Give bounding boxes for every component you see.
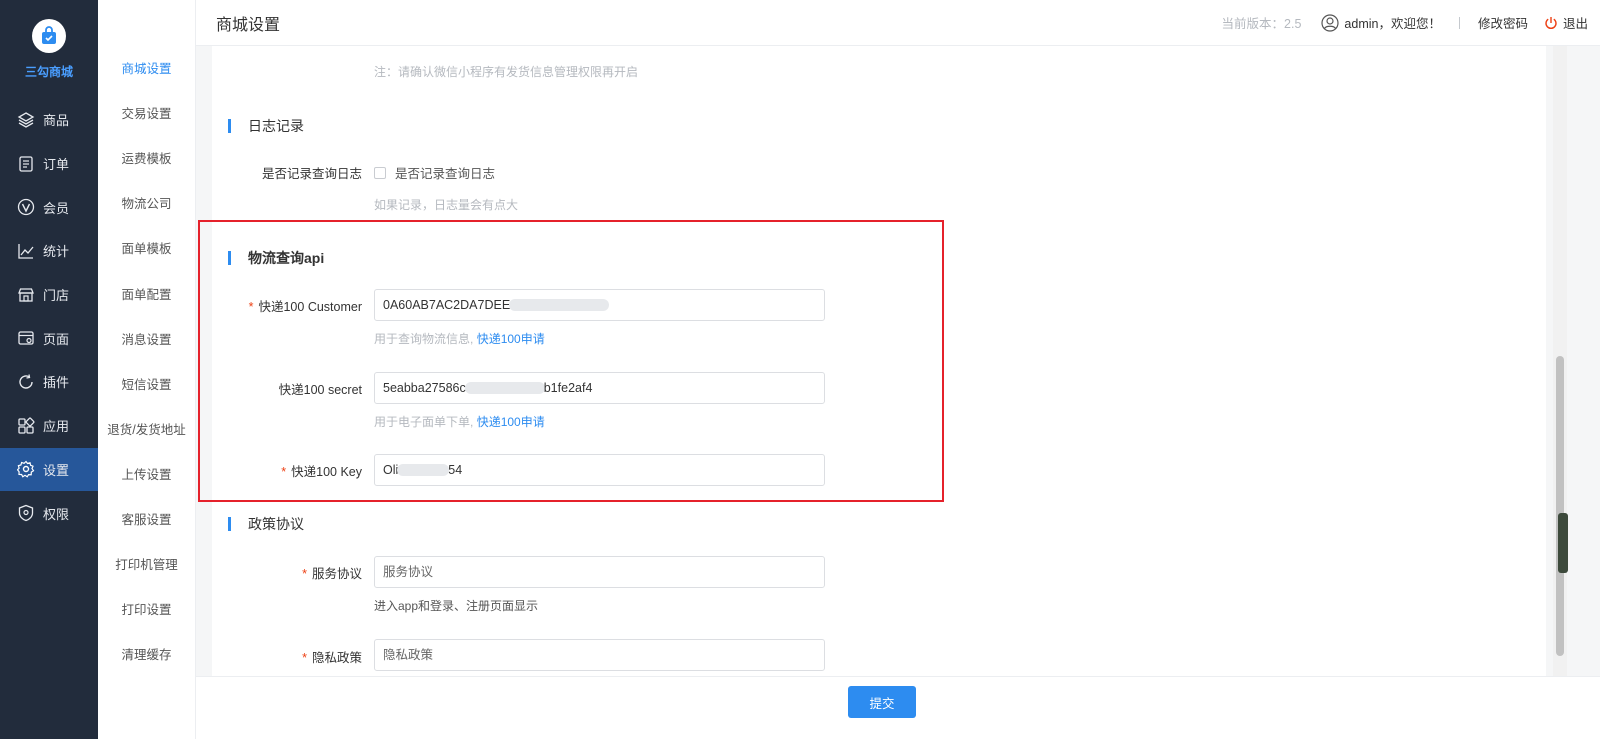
apps-icon xyxy=(16,416,36,436)
sidebar-item-permissions[interactable]: 权限 xyxy=(0,491,98,535)
brand-name: 三勾商城 xyxy=(24,64,73,79)
kuaidi-customer-label: * 快递100 Customer xyxy=(248,300,362,314)
submenu-item-print-settings[interactable]: 打印设置 xyxy=(98,586,195,631)
section-bar xyxy=(228,251,231,265)
user-greeting[interactable]: admin，欢迎您！ xyxy=(1344,13,1441,32)
kuaidi-apply-link[interactable]: 快递100申请 xyxy=(477,415,545,429)
service-help: 进入app和登录、注册页面显示 xyxy=(374,599,539,613)
section-policy: 政策协议 xyxy=(228,514,304,534)
page-icon xyxy=(16,328,36,348)
sidebar-item-label: 应用 xyxy=(43,419,70,435)
wechat-permission-note: 注：请确认微信小程序有发货信息管理权限再开启 xyxy=(374,65,639,79)
brand[interactable]: 三勾商城 xyxy=(0,0,98,98)
submenu-item-message-settings[interactable]: 消息设置 xyxy=(98,316,195,361)
logo-icon xyxy=(32,18,66,53)
sidebar-item-stores[interactable]: 门店 xyxy=(0,273,98,317)
redacted-blur xyxy=(509,299,610,311)
section-log: 日志记录 xyxy=(228,116,304,136)
submenu-item-logistics-company[interactable]: 物流公司 xyxy=(98,180,195,225)
section-logistics-api: 物流查询api xyxy=(228,248,324,268)
submenu-item-return-address[interactable]: 退货/发货地址 xyxy=(98,406,195,451)
log-query-label: 是否记录查询日志 xyxy=(261,167,362,181)
sidebar-item-label: 权限 xyxy=(43,506,70,522)
submenu-item-printer-management[interactable]: 打印机管理 xyxy=(98,541,195,586)
checkbox-label: 是否记录查询日志 xyxy=(395,167,496,181)
user-avatar-icon xyxy=(1321,13,1340,32)
redacted-blur xyxy=(464,382,545,394)
privacy-policy-label: * 隐私政策 xyxy=(302,651,362,665)
sidebar-item-settings[interactable]: 设置 xyxy=(0,447,98,492)
sidebar-item-goods[interactable]: 商品 xyxy=(0,98,98,142)
submenu-item-service-settings[interactable]: 客服设置 xyxy=(98,496,195,541)
shield-icon xyxy=(16,503,36,523)
redacted-blur xyxy=(397,464,450,476)
kuaidi-secret-input[interactable]: 5eabba27586c b1fe2af4 xyxy=(374,372,825,404)
store-icon xyxy=(16,285,36,305)
form-footer: 提交 xyxy=(196,676,1600,739)
kuaidi-key-label: * 快递100 Key xyxy=(281,465,362,479)
submenu-item-waybill-config[interactable]: 面单配置 xyxy=(98,270,195,315)
section-bar xyxy=(228,517,231,531)
submenu-item-trade-settings[interactable]: 交易设置 xyxy=(98,90,195,135)
vip-icon xyxy=(16,197,36,217)
floating-widget[interactable] xyxy=(1558,513,1568,573)
secret-help: 用于电子面单下单, 快递100申请 xyxy=(374,415,545,429)
logout-link[interactable]: 退出 xyxy=(1563,13,1588,32)
submenu-item-upload-settings[interactable]: 上传设置 xyxy=(98,451,195,496)
top-header: 商城设置 当前版本：2.5 admin，欢迎您！ 修改密码 退出 xyxy=(196,0,1600,46)
refresh-icon xyxy=(16,372,36,392)
sidebar-item-orders[interactable]: 订单 xyxy=(0,142,98,186)
service-agreement-input[interactable] xyxy=(374,556,825,588)
header-divider xyxy=(1458,16,1460,29)
privacy-policy-input[interactable] xyxy=(374,639,825,671)
log-query-checkbox[interactable]: 是否记录查询日志 xyxy=(374,163,495,182)
section-title: 日志记录 xyxy=(248,118,304,134)
sidebar-item-label: 订单 xyxy=(43,157,70,173)
gear-icon xyxy=(16,459,36,479)
checkbox-box[interactable] xyxy=(374,166,386,179)
sidebar-item-pages[interactable]: 页面 xyxy=(0,316,98,360)
power-icon[interactable] xyxy=(1544,16,1558,30)
submenu-item-waybill-template[interactable]: 面单模板 xyxy=(98,225,195,270)
section-title: 物流查询api xyxy=(248,250,325,266)
log-help-text: 如果记录，日志量会有点大 xyxy=(374,198,519,212)
settings-submenu: 商城设置 交易设置 运费模板 物流公司 面单模板 面单配置 消息设置 短信设置 … xyxy=(98,0,196,739)
sidebar-item-label: 统计 xyxy=(43,244,70,260)
service-agreement-label: * 服务协议 xyxy=(302,567,362,581)
sidebar-item-label: 页面 xyxy=(43,331,70,347)
customer-help: 用于查询物流信息, 快递100申请 xyxy=(374,332,545,346)
settings-form: 注：请确认微信小程序有发货信息管理权限再开启 日志记录 是否记录查询日志 是否记… xyxy=(212,46,1546,676)
kuaidi-customer-input[interactable]: 0A60AB7AC2DA7DEE xyxy=(374,289,825,321)
sidebar-item-stats[interactable]: 统计 xyxy=(0,229,98,273)
sidebar-item-label: 会员 xyxy=(43,200,70,216)
layers-icon xyxy=(16,110,36,130)
kuaidi-key-input[interactable]: Oli 54 xyxy=(374,454,825,486)
content-scrollbar[interactable] xyxy=(1553,46,1567,676)
sidebar-item-label: 插件 xyxy=(43,375,70,391)
version-text: 当前版本：2.5 xyxy=(1221,17,1302,31)
page-title: 商城设置 xyxy=(216,16,281,34)
submenu-item-mall-settings[interactable]: 商城设置 xyxy=(98,45,195,90)
sidebar-item-label: 设置 xyxy=(43,462,70,478)
document-icon xyxy=(16,154,36,174)
submit-button[interactable]: 提交 xyxy=(848,686,916,718)
scrollbar-thumb[interactable] xyxy=(1556,356,1564,656)
submenu-item-clear-cache[interactable]: 清理缓存 xyxy=(98,631,195,676)
kuaidi-secret-label: 快递100 secret xyxy=(278,383,362,397)
kuaidi-apply-link[interactable]: 快递100申请 xyxy=(477,332,545,346)
sidebar-item-members[interactable]: 会员 xyxy=(0,185,98,229)
submenu-item-shipping-template[interactable]: 运费模板 xyxy=(98,135,195,180)
section-title: 政策协议 xyxy=(248,516,304,532)
main-sidebar: 三勾商城 商品 订单 会员 统计 门店 页面 插件 应用 设置 权限 xyxy=(0,0,98,739)
change-password-link[interactable]: 修改密码 xyxy=(1478,13,1528,32)
sidebar-item-label: 商品 xyxy=(43,113,70,129)
sidebar-item-apps[interactable]: 应用 xyxy=(0,404,98,448)
submenu-item-sms-settings[interactable]: 短信设置 xyxy=(98,361,195,406)
section-bar xyxy=(228,119,231,133)
chart-line-icon xyxy=(16,241,36,261)
sidebar-item-label: 门店 xyxy=(43,288,70,304)
sidebar-item-plugins[interactable]: 插件 xyxy=(0,360,98,404)
